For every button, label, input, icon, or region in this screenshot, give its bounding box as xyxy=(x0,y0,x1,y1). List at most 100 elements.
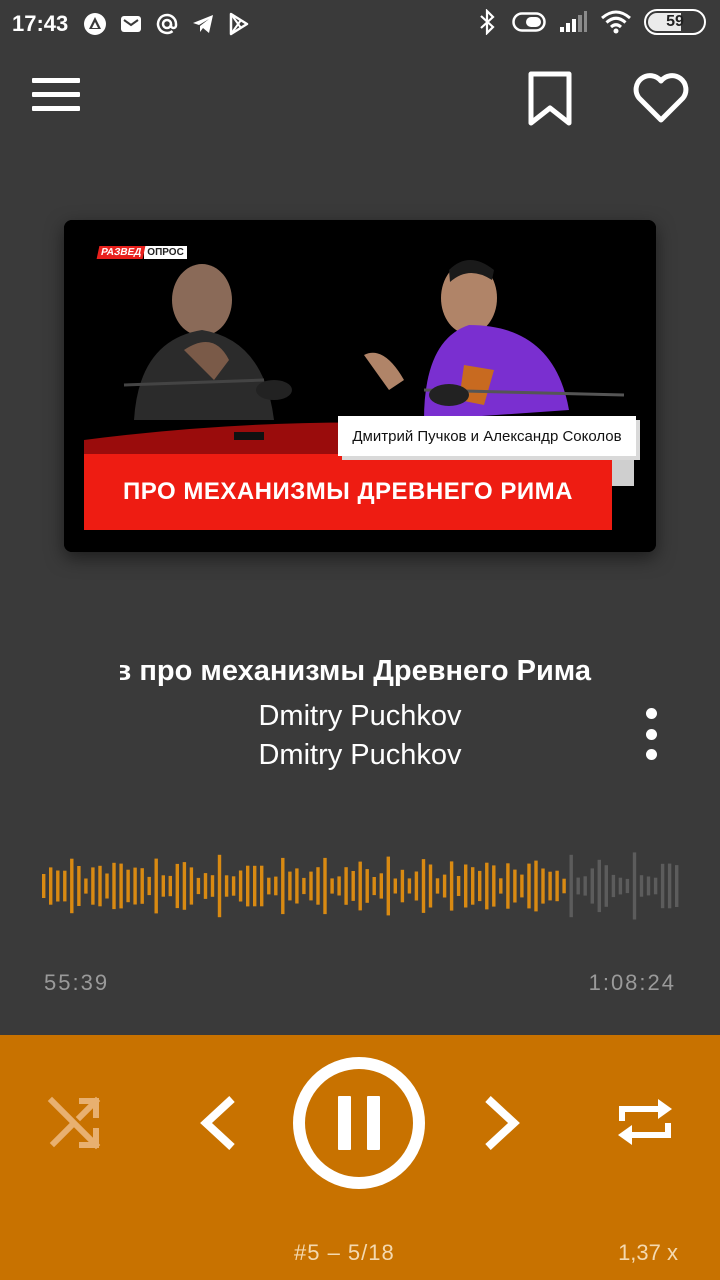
cover-banner-shade xyxy=(612,456,634,486)
waveform-bar xyxy=(569,854,573,918)
waveform-bar xyxy=(42,874,46,898)
waveform-bar xyxy=(358,861,362,911)
waveform-bar xyxy=(351,871,355,901)
waveform-bar xyxy=(161,875,165,897)
bookmark-icon[interactable] xyxy=(526,70,574,128)
waveform-bar xyxy=(309,871,313,901)
waveform-bar xyxy=(119,863,123,909)
repeat-icon[interactable] xyxy=(614,1091,676,1153)
waveform-bar xyxy=(77,866,81,906)
waveform-bar xyxy=(604,865,608,907)
waveform-bar xyxy=(499,878,503,894)
waveform-bar xyxy=(189,867,194,905)
waveform-bar xyxy=(513,869,517,903)
waveform-seekbar[interactable] xyxy=(40,830,680,942)
cover-logo: РАЗВЕД ОПРОС xyxy=(96,246,187,259)
waveform-bar xyxy=(112,862,116,910)
wifi-icon xyxy=(600,9,632,35)
waveform-bar xyxy=(492,865,496,907)
play-store-icon xyxy=(226,11,252,37)
waveform-bar xyxy=(449,861,454,911)
playback-speed[interactable]: 1,37 x xyxy=(618,1240,678,1266)
waveform-bar xyxy=(520,874,524,898)
waveform-bar xyxy=(597,859,601,913)
waveform-bar xyxy=(49,867,53,905)
waveform-bar xyxy=(639,875,644,897)
waveform-bar xyxy=(456,876,461,896)
waveform-bar xyxy=(555,870,559,902)
waveform-bar xyxy=(203,873,208,899)
waveform-bar xyxy=(140,868,144,904)
waveform-bar xyxy=(168,875,172,897)
waveform-bar xyxy=(295,868,299,904)
app-a-icon xyxy=(82,11,108,37)
heart-icon[interactable] xyxy=(632,70,690,124)
waveform-bar xyxy=(365,869,369,903)
track-title: Соколов про механизмы Древнего Рима xyxy=(120,652,600,692)
waveform-bar xyxy=(548,871,552,901)
waveform-bar xyxy=(442,874,447,898)
battery-level: 59 xyxy=(666,13,684,30)
cover-caption: Дмитрий Пучков и Александр Соколов xyxy=(338,416,636,456)
waveform-bar xyxy=(527,863,531,909)
waveform-bar xyxy=(541,868,545,904)
waveform-bar xyxy=(485,862,489,910)
waveform-bar xyxy=(253,865,257,907)
waveform-bar xyxy=(56,870,60,902)
waveform-bar xyxy=(274,876,278,896)
waveform-bar xyxy=(590,868,594,904)
waveform-bar xyxy=(562,878,566,894)
more-vertical-icon[interactable] xyxy=(636,708,666,760)
waveform-bar xyxy=(653,877,658,895)
waveform-bar xyxy=(428,864,433,908)
waveform-bar xyxy=(302,877,306,895)
track-artist: Dmitry Puchkov xyxy=(258,700,462,732)
waveform-bar xyxy=(618,877,623,895)
total-time: 1:08:24 xyxy=(588,970,676,995)
waveform-bar xyxy=(421,859,426,913)
waveform-bar xyxy=(175,863,179,909)
waveform-bar xyxy=(414,871,419,901)
waveform-bar xyxy=(386,856,390,916)
cover-banner: ПРО МЕХАНИЗМЫ ДРЕВНЕГО РИМА xyxy=(84,454,612,530)
at-sign-icon xyxy=(154,11,180,37)
waveform-bar xyxy=(316,867,320,905)
chevron-right-icon[interactable] xyxy=(478,1093,526,1153)
waveform-bar xyxy=(323,857,327,915)
waveform-bar xyxy=(660,863,665,909)
waveform-bar xyxy=(231,876,236,896)
waveform-bar xyxy=(625,878,630,894)
waveform-bar xyxy=(534,860,538,912)
waveform-bar xyxy=(611,874,616,898)
waveform-bar xyxy=(238,870,243,902)
waveform-bar xyxy=(506,863,510,909)
waveform-bar xyxy=(583,876,587,896)
waveform-bar xyxy=(91,867,95,905)
waveform-bar xyxy=(379,873,383,899)
mail-icon xyxy=(118,11,144,37)
waveform-bar xyxy=(337,876,341,896)
waveform-bar xyxy=(675,865,679,907)
waveform-bar xyxy=(154,858,158,914)
waveform-bar xyxy=(478,870,482,902)
waveform-bar xyxy=(98,865,102,907)
shuffle-icon[interactable] xyxy=(46,1093,104,1151)
notification-icons xyxy=(82,11,252,37)
waveform-bar xyxy=(288,871,292,901)
waveform-bar xyxy=(400,869,405,903)
waveform-bar xyxy=(260,865,264,907)
waveform-bar xyxy=(267,877,271,895)
waveform-bar xyxy=(471,867,475,905)
hamburger-menu-icon[interactable] xyxy=(32,78,84,118)
waveform-bar xyxy=(196,877,201,895)
chevron-left-icon[interactable] xyxy=(194,1093,242,1153)
waveform-bar xyxy=(344,867,348,905)
waveform-bar xyxy=(393,878,397,894)
waveform-bar xyxy=(126,869,130,903)
waveform-bar xyxy=(147,876,151,896)
track-title-text: Соколов про механизмы Древнего Рима xyxy=(120,655,592,687)
waveform-bar xyxy=(407,878,412,894)
album-cover: РАЗВЕД ОПРОС ПРО МЕХАНИЗМЫ ДРЕВНЕГО РИМА… xyxy=(64,220,656,552)
waveform-bar xyxy=(330,878,334,894)
pause-icon[interactable] xyxy=(293,1057,425,1189)
